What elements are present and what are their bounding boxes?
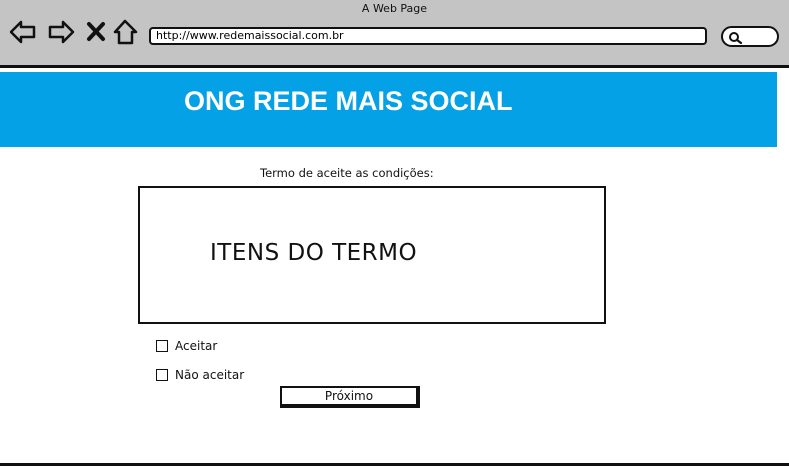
reject-checkbox[interactable] bbox=[156, 369, 168, 381]
close-x-icon[interactable] bbox=[86, 19, 106, 45]
forward-arrow-icon[interactable] bbox=[47, 19, 75, 45]
home-icon[interactable] bbox=[112, 19, 140, 45]
header-banner: ONG REDE MAIS SOCIAL bbox=[0, 72, 777, 147]
site-title: ONG REDE MAIS SOCIAL bbox=[184, 86, 513, 116]
accept-checkbox[interactable] bbox=[156, 340, 168, 352]
reject-label: Não aceitar bbox=[175, 368, 245, 382]
search-icon bbox=[729, 32, 743, 44]
reject-option[interactable]: Não aceitar bbox=[156, 368, 244, 382]
window-title: A Web Page bbox=[361, 2, 428, 15]
bottom-divider bbox=[0, 463, 789, 466]
address-bar[interactable]: http://www.redemaissocial.com.br bbox=[149, 27, 707, 45]
next-button[interactable]: Próximo bbox=[280, 386, 420, 408]
accept-option[interactable]: Aceitar bbox=[156, 339, 217, 353]
terms-label: Termo de aceite as condições: bbox=[260, 166, 434, 180]
search-field[interactable] bbox=[721, 26, 779, 47]
terms-content: ITENS DO TERMO bbox=[210, 240, 418, 266]
accept-label: Aceitar bbox=[175, 339, 218, 353]
browser-toolbar: A Web Page http://www.redemaissocial.com… bbox=[0, 0, 789, 68]
back-arrow-icon[interactable] bbox=[9, 19, 37, 45]
terms-box[interactable]: ITENS DO TERMO bbox=[138, 186, 606, 324]
